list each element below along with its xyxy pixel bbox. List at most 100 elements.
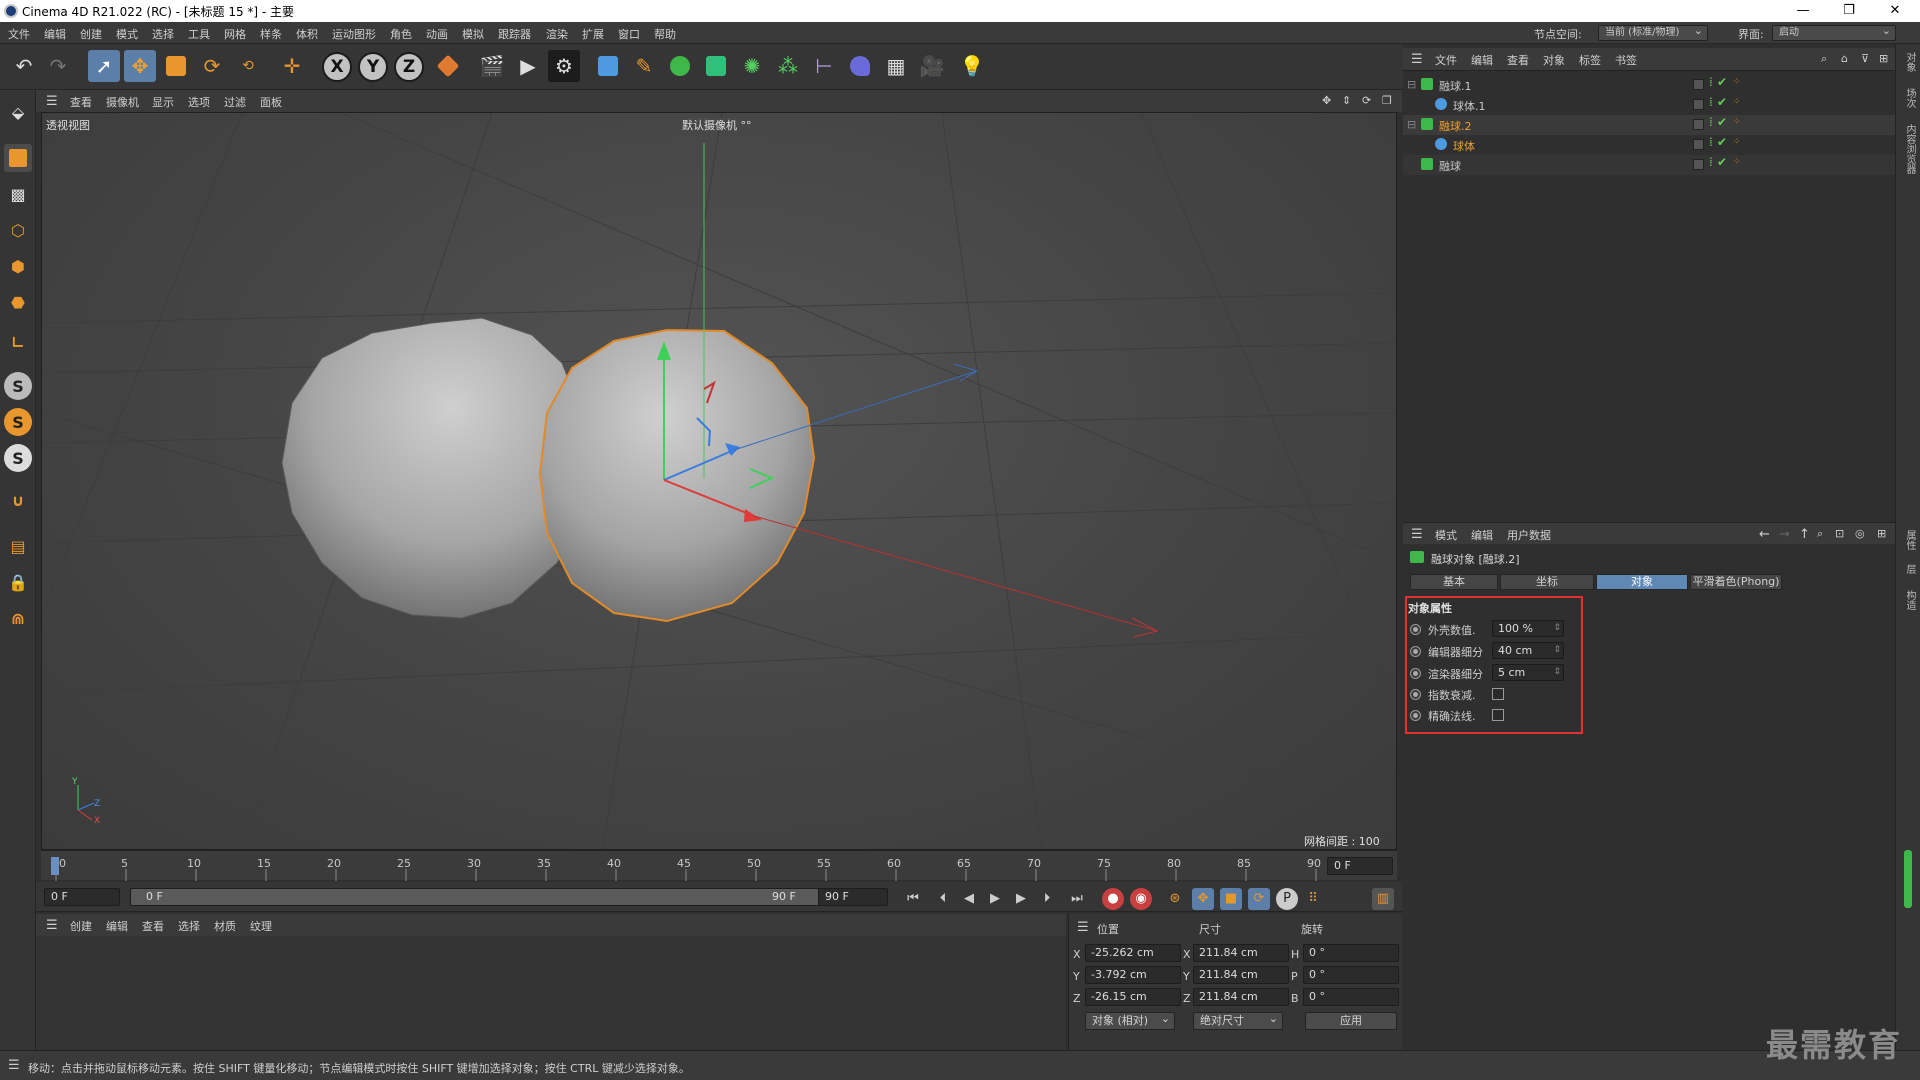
am-new-view-icon[interactable]: ⊞ <box>1877 527 1886 540</box>
key-pla-icon[interactable]: ⠿ <box>1302 888 1324 910</box>
object-row-sphere[interactable]: 球体 ⁞ ✔ ⁘ <box>1403 135 1895 155</box>
om-menu-tags[interactable]: 标签 <box>1579 52 1601 68</box>
viewport-zoom-icon[interactable]: ⇕ <box>1342 94 1351 107</box>
frame-range-slider[interactable] <box>130 888 838 906</box>
om-menu-file[interactable]: 文件 <box>1435 52 1457 68</box>
viewport-maximize-icon[interactable]: ❐ <box>1382 94 1392 107</box>
am-lock-icon[interactable]: ⊡ <box>1835 527 1844 540</box>
viewport-camera-name[interactable]: 默认摄像机 °° <box>682 117 752 133</box>
redo-icon[interactable]: ↷ <box>42 50 74 82</box>
rot-p-field[interactable]: 0 ° <box>1303 966 1399 984</box>
side-tab-objects[interactable]: 对象 <box>1902 52 1917 72</box>
key-param-icon[interactable]: P <box>1276 888 1298 910</box>
tree-toggle-icon[interactable]: ⊟ <box>1407 78 1416 91</box>
tag-dots-icon[interactable]: ⁘ <box>1733 157 1741 167</box>
menu-animate[interactable]: 动画 <box>426 26 448 42</box>
size-mode-dropdown[interactable]: 绝对尺寸 <box>1193 1011 1283 1030</box>
back-arrow-icon[interactable]: ← <box>1759 527 1770 542</box>
object-row-metaball[interactable]: 融球 ⁞ ✔ ⁘ <box>1403 155 1895 175</box>
light-icon[interactable]: 💡 <box>956 50 988 82</box>
current-frame-field[interactable]: 0 F <box>1327 857 1393 875</box>
viewport-menu-view[interactable]: 查看 <box>70 94 92 110</box>
field-icon[interactable]: ✺ <box>736 50 768 82</box>
enabled-check-icon[interactable]: ✔ <box>1717 115 1727 129</box>
coordinate-system-icon[interactable] <box>432 50 464 82</box>
viewport-pan-icon[interactable]: ✥ <box>1322 94 1331 107</box>
object-name[interactable]: 融球.1 <box>1439 78 1472 94</box>
x-axis-lock-icon[interactable]: X <box>322 52 352 82</box>
coordinate-mode-dropdown[interactable]: 对象 (相对) <box>1085 1011 1175 1030</box>
material-menu-create[interactable]: 创建 <box>70 918 92 934</box>
undo-icon[interactable]: ↶ <box>8 50 40 82</box>
viewport-menu-options[interactable]: 选项 <box>188 94 210 110</box>
am-menu-edit[interactable]: 编辑 <box>1471 527 1493 543</box>
minimize-button[interactable]: — <box>1780 0 1826 22</box>
render-view-icon[interactable]: 🎬 <box>476 50 508 82</box>
side-tab-content-browser[interactable]: 内容浏览器 <box>1902 124 1917 174</box>
viewport-menu-filter[interactable]: 过滤 <box>224 94 246 110</box>
live-select-icon[interactable]: ➚ <box>88 50 120 82</box>
enabled-check-icon[interactable]: ✔ <box>1717 155 1727 169</box>
rot-b-field[interactable]: 0 ° <box>1303 988 1399 1006</box>
grid-workplane-icon[interactable]: ⋒ <box>4 604 32 632</box>
object-name[interactable]: 球体 <box>1453 138 1475 154</box>
material-menu-icon[interactable]: ☰ <box>46 918 58 933</box>
apply-button[interactable]: 应用 <box>1305 1012 1397 1030</box>
tree-toggle-icon[interactable]: ⊟ <box>1407 118 1416 131</box>
menu-spline[interactable]: 样条 <box>260 26 282 42</box>
axis-mode-icon[interactable]: ∟ <box>4 328 32 356</box>
menu-character[interactable]: 角色 <box>390 26 412 42</box>
restore-button[interactable]: ❐ <box>1826 0 1872 22</box>
coords-menu-icon[interactable]: ☰ <box>1077 920 1089 935</box>
key-position-icon[interactable]: ✥ <box>1192 888 1214 910</box>
tag-dots-icon[interactable]: ⁘ <box>1733 137 1741 147</box>
menu-tracker[interactable]: 跟踪器 <box>498 26 531 42</box>
cloner-icon[interactable]: ⁂ <box>772 50 804 82</box>
perspective-viewport[interactable]: 透视视图 默认摄像机 °° 网格间距 : 100 cm Y Z X <box>41 112 1397 850</box>
visibility-dots-icon[interactable]: ⁞ <box>1709 135 1713 149</box>
menu-mesh[interactable]: 网格 <box>224 26 246 42</box>
tab-object[interactable]: 对象 <box>1596 574 1688 590</box>
render-settings-icon[interactable]: ⚙ <box>548 50 580 82</box>
side-tab-layers[interactable]: 层 <box>1902 564 1917 574</box>
menu-edit[interactable]: 编辑 <box>44 26 66 42</box>
attribute-menu-icon[interactable]: ☰ <box>1411 527 1423 542</box>
layer-box-icon[interactable] <box>1693 159 1704 170</box>
viewport-menu-cameras[interactable]: 摄像机 <box>106 94 139 110</box>
om-home-icon[interactable]: ⌂ <box>1841 52 1848 65</box>
menu-render[interactable]: 渲染 <box>546 26 568 42</box>
tag-dots-icon[interactable]: ⁘ <box>1733 117 1741 127</box>
forward-arrow-icon[interactable]: → <box>1779 527 1790 542</box>
floor-icon[interactable]: ▦ <box>880 50 912 82</box>
menu-select[interactable]: 选择 <box>152 26 174 42</box>
side-tab-structure[interactable]: 构造 <box>1902 590 1917 610</box>
pen-spline-icon[interactable]: ✎ <box>628 50 660 82</box>
make-editable-icon[interactable]: ⬙ <box>4 98 32 126</box>
visibility-dots-icon[interactable]: ⁞ <box>1709 115 1713 129</box>
am-menu-userdata[interactable]: 用户数据 <box>1507 527 1551 543</box>
goto-start-icon[interactable]: ⏮ <box>902 888 924 910</box>
status-menu-icon[interactable]: ☰ <box>8 1058 20 1073</box>
layer-box-icon[interactable] <box>1693 119 1704 130</box>
next-frame-icon[interactable]: ▶︎ <box>1010 888 1032 910</box>
object-row-metaball-2[interactable]: ⊟ 融球.2 ⁞ ✔ ⁘ <box>1403 115 1895 135</box>
up-arrow-icon[interactable]: ↑ <box>1799 527 1810 542</box>
key-rotation-icon[interactable]: ⟳ <box>1248 888 1270 910</box>
transform-icon[interactable]: ✛ <box>276 50 308 82</box>
side-scroll-indicator[interactable] <box>1904 850 1912 908</box>
environment-icon[interactable] <box>844 50 876 82</box>
scale-tool-icon[interactable] <box>160 50 192 82</box>
om-menu-bookmarks[interactable]: 书签 <box>1615 52 1637 68</box>
material-list-area[interactable] <box>36 936 1066 1050</box>
enabled-check-icon[interactable]: ✔ <box>1717 135 1727 149</box>
om-search-icon[interactable]: ⌕ <box>1821 52 1827 66</box>
tab-phong[interactable]: 平滑着色(Phong) <box>1690 574 1782 590</box>
cube-object-icon[interactable] <box>592 50 624 82</box>
array-icon[interactable] <box>700 50 732 82</box>
workplane-icon[interactable]: ▤ <box>4 532 32 560</box>
om-menu-view[interactable]: 查看 <box>1507 52 1529 68</box>
om-filter-icon[interactable]: ⊽ <box>1861 52 1869 65</box>
render-picture-viewer-icon[interactable]: ▶ <box>512 50 544 82</box>
play-icon[interactable]: ▶ <box>984 888 1006 910</box>
menu-window[interactable]: 窗口 <box>618 26 640 42</box>
